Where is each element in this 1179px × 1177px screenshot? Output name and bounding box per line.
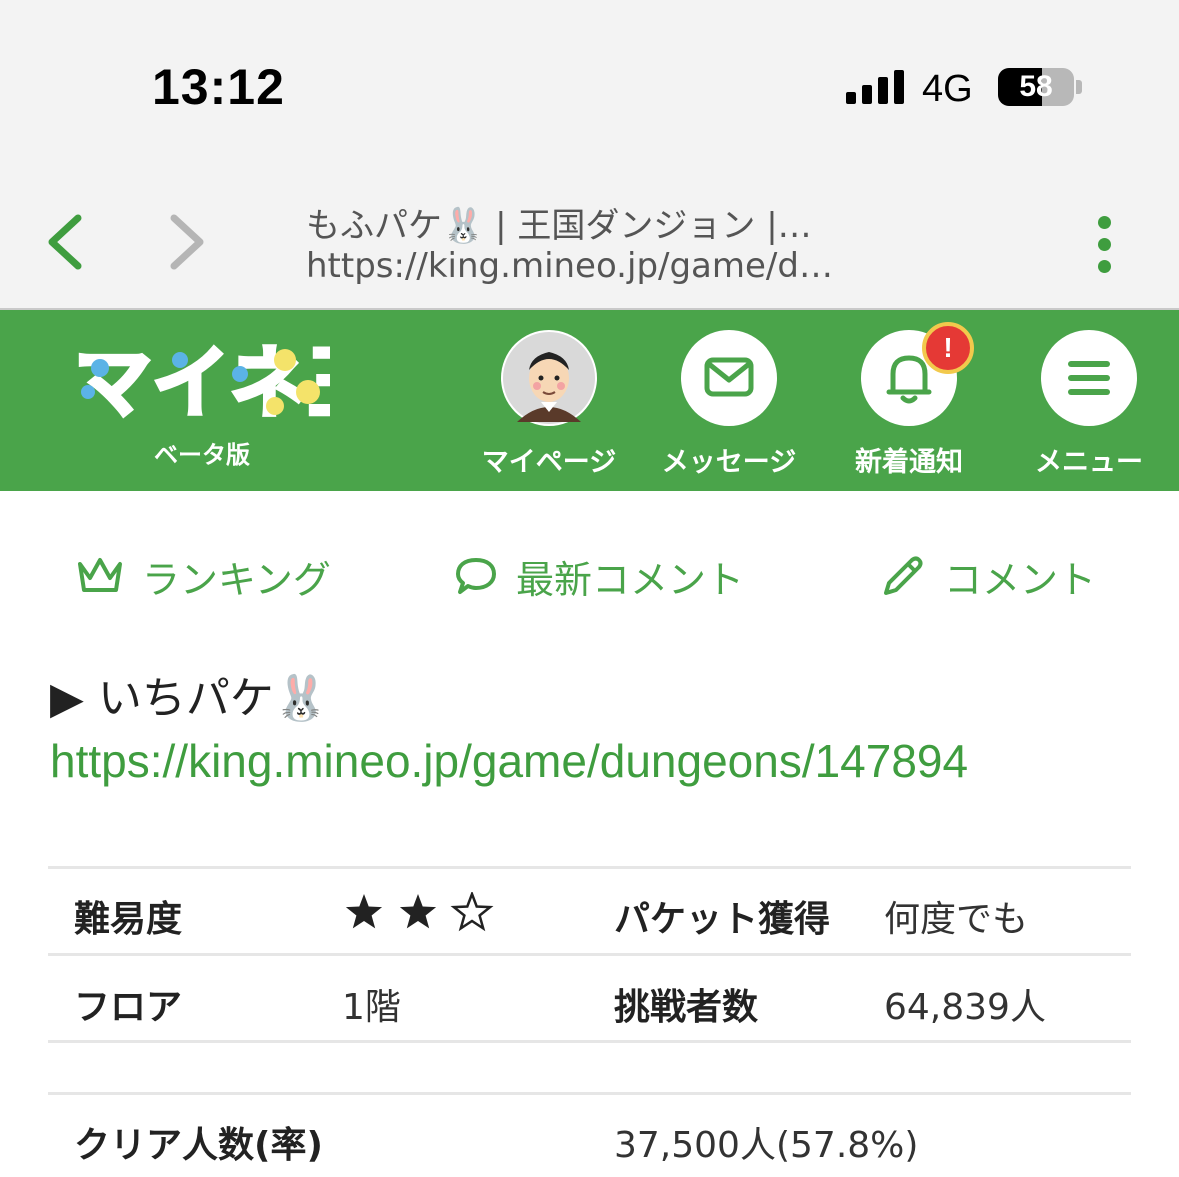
battery-tip bbox=[1076, 80, 1082, 94]
battery-percent: 58 bbox=[1019, 70, 1053, 103]
more-options-icon[interactable] bbox=[1086, 210, 1122, 274]
beta-label: ベータ版 bbox=[154, 441, 250, 469]
star-empty-icon bbox=[450, 892, 494, 932]
avatar bbox=[503, 332, 595, 424]
speech-bubble-icon bbox=[456, 558, 496, 594]
table-divider bbox=[48, 1092, 1131, 1095]
floor-value: 1階 bbox=[342, 987, 401, 1028]
browser-chrome: 13:12 4G 58 もふパケ🐰 | 王国ダンジョン |… https://k… bbox=[0, 0, 1179, 310]
comment-link[interactable]: コメント bbox=[880, 548, 1096, 604]
pencil-icon bbox=[884, 556, 923, 595]
difficulty-label: 難易度 bbox=[74, 899, 183, 940]
clear-rate-label: クリア人数(率) bbox=[74, 1125, 323, 1166]
table-divider bbox=[48, 866, 1131, 869]
address-bar-url[interactable]: https://king.mineo.jp/game/d… bbox=[306, 246, 866, 286]
table-divider bbox=[48, 953, 1131, 956]
signal-strength-icon bbox=[846, 70, 904, 104]
mypage-label[interactable]: マイページ bbox=[459, 440, 639, 479]
crown-icon bbox=[78, 558, 122, 592]
packet-label: パケット獲得 bbox=[614, 899, 831, 940]
ranking-label: ランキング bbox=[142, 557, 331, 602]
floor-label: フロア bbox=[74, 987, 183, 1028]
battery-icon: 58 bbox=[998, 68, 1074, 106]
table-divider bbox=[48, 1040, 1131, 1043]
mail-icon bbox=[704, 357, 754, 397]
messages-button[interactable] bbox=[681, 330, 777, 426]
comment-label: コメント bbox=[944, 557, 1097, 602]
challengers-label: 挑戦者数 bbox=[614, 987, 759, 1028]
latest-comments-label: 最新コメント bbox=[516, 557, 745, 602]
latest-comments-link[interactable]: 最新コメント bbox=[454, 548, 744, 604]
notification-badge[interactable]: ! bbox=[922, 322, 974, 374]
clear-rate-value: 37,500人(57.8%) bbox=[614, 1125, 919, 1166]
menu-label[interactable]: メニュー bbox=[999, 440, 1179, 479]
star-filled-icon bbox=[399, 894, 437, 929]
back-arrow-icon[interactable] bbox=[42, 210, 92, 274]
notifications-label[interactable]: 新着通知 bbox=[819, 440, 999, 479]
menu-button[interactable] bbox=[1041, 330, 1137, 426]
challengers-value: 64,839人 bbox=[884, 987, 1046, 1028]
status-time: 13:12 bbox=[152, 59, 285, 115]
mypage-button[interactable] bbox=[501, 330, 597, 426]
dungeon-link[interactable]: https://king.mineo.jp/game/dungeons/1478… bbox=[50, 734, 968, 788]
ranking-link[interactable]: ランキング bbox=[76, 548, 331, 604]
star-filled-icon bbox=[345, 894, 383, 929]
site-logo[interactable]: マイネ王 bbox=[70, 330, 330, 430]
page-title[interactable]: もふパケ🐰 | 王国ダンジョン |… bbox=[306, 198, 866, 247]
network-type: 4G bbox=[922, 68, 973, 110]
forward-arrow-icon[interactable] bbox=[162, 210, 212, 274]
messages-label[interactable]: メッセージ bbox=[639, 440, 819, 479]
packet-value: 何度でも bbox=[884, 899, 1029, 940]
hamburger-icon bbox=[1068, 361, 1110, 395]
difficulty-stars bbox=[345, 892, 494, 932]
dungeon-heading: ▶ いちパケ🐰 bbox=[50, 673, 329, 724]
